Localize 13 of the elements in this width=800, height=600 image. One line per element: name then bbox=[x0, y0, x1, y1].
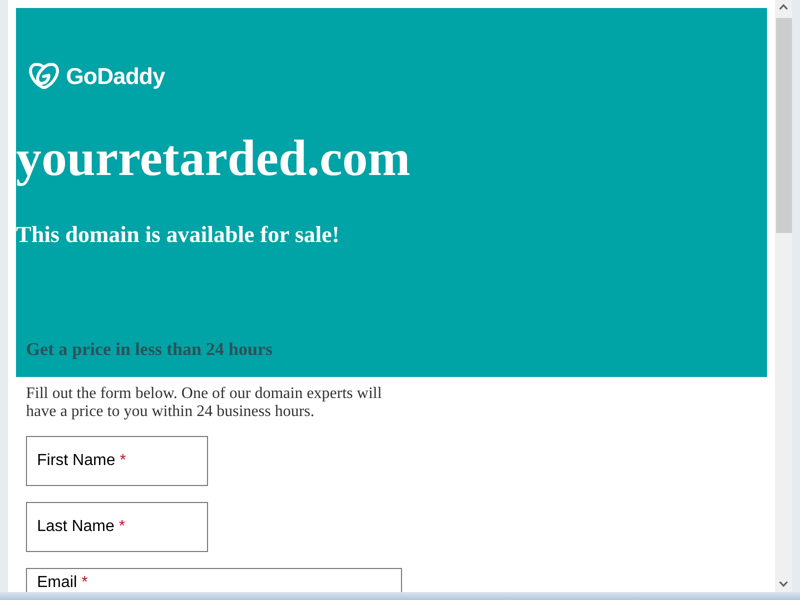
intro-text: Fill out the form below. One of our domain experts will have a price to you within 24 business hours. bbox=[26, 385, 383, 421]
text-field[interactable]: First Name * bbox=[26, 436, 208, 486]
text-field[interactable]: Email * bbox=[26, 568, 402, 592]
logo-text: GoDaddy bbox=[66, 64, 165, 88]
tagline: This domain is available for sale! bbox=[16, 223, 340, 246]
logo-icon bbox=[28, 62, 60, 90]
price-heading: Get a price in less than 24 hours bbox=[26, 340, 273, 358]
chevron-up-icon[interactable] bbox=[779, 4, 788, 10]
chevron-down-icon[interactable] bbox=[779, 581, 788, 587]
scrollbar[interactable] bbox=[775, 0, 792, 592]
scrollbar-thumb[interactable] bbox=[776, 18, 792, 233]
domain-title: yourretarded.com bbox=[16, 134, 410, 185]
text-field[interactable]: Last Name * bbox=[26, 502, 208, 552]
